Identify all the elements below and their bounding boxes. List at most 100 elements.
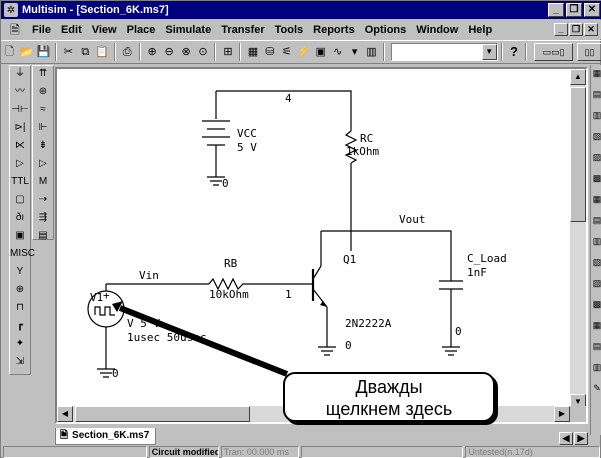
virtual-measure-icon[interactable]: ⇢ <box>33 192 53 208</box>
scroll-right-icon[interactable]: ▶ <box>554 406 570 422</box>
frequency-counter-icon[interactable]: ▦ <box>591 191 601 207</box>
virtual-basic-icon[interactable]: ≈ <box>33 102 53 118</box>
scroll-left-icon[interactable]: ◀ <box>57 406 73 422</box>
menu-reports[interactable]: Reports <box>308 24 360 36</box>
transistor-icon[interactable]: ⋉ <box>10 138 30 154</box>
menu-edit[interactable]: Edit <box>56 24 87 36</box>
hierarchy-icon[interactable]: ⊞ <box>220 43 235 61</box>
grapher-icon[interactable]: ▣ <box>313 43 328 61</box>
diode-icon[interactable]: ⊳| <box>10 120 30 136</box>
analysis-icon[interactable]: ∿ <box>330 43 345 61</box>
horizontal-scroll-thumb[interactable] <box>75 406 250 422</box>
database-icon[interactable]: ⛁ <box>262 43 277 61</box>
logic-analyzer-icon[interactable]: ▥ <box>591 233 601 249</box>
vertical-scrollbar[interactable]: ▲ ▼ <box>570 69 586 410</box>
network-analyzer-icon[interactable]: ▤ <box>591 338 601 354</box>
tab-section-6k[interactable]: 🗎 Section_6K.ms7 <box>55 428 157 445</box>
virtual-misc-icon[interactable]: M <box>33 174 53 190</box>
probe-icon[interactable]: ✎ <box>591 380 601 396</box>
spreadsheet-icon[interactable]: ▦ <box>245 43 260 61</box>
transistor-q1-icon[interactable] <box>312 265 328 308</box>
place-bus-icon[interactable]: ⊓ <box>10 300 30 316</box>
virtual-3d-icon[interactable]: ▤ <box>33 228 53 244</box>
bode-plotter-icon[interactable]: ▩ <box>591 170 601 186</box>
chevron-down-icon[interactable]: ▼ <box>481 44 497 60</box>
battery-icon[interactable] <box>202 120 230 146</box>
electromech-icon[interactable]: ⊕ <box>10 282 30 298</box>
new-file-icon[interactable]: 🗋 <box>2 43 17 61</box>
scroll-up-icon[interactable]: ▲ <box>570 69 586 85</box>
doc-restore-button[interactable]: ❐ <box>569 23 583 36</box>
function-generator-icon[interactable]: ▤ <box>591 86 601 102</box>
menu-help[interactable]: Help <box>463 24 497 36</box>
virtual-sources-icon[interactable]: ⇈ <box>33 66 53 82</box>
capacitor-icon[interactable]: ⊣⊢ <box>10 102 30 118</box>
analog-icon[interactable]: ▷ <box>10 156 30 172</box>
cmos-icon[interactable]: ▢ <box>10 192 30 208</box>
virtual-rated-icon[interactable]: ⇶ <box>33 210 53 226</box>
antenna-icon[interactable]: Y <box>10 264 30 280</box>
wattmeter-icon[interactable]: ▥ <box>591 107 601 123</box>
copy-icon[interactable]: ⧉ <box>78 43 93 61</box>
schematic-canvas[interactable]: + 4 VCC 5 V 0 RC 1kOhm Vout Q1 2N2222A 0… <box>55 67 588 424</box>
document-menu-icon[interactable]: 🗎 <box>7 23 23 37</box>
save-icon[interactable]: 💾 <box>36 43 51 61</box>
hierarchical-block-icon[interactable]: ┏ <box>10 318 30 334</box>
wire-vout[interactable] <box>321 230 452 269</box>
mixed-icon[interactable]: ▣ <box>10 228 30 244</box>
virtual-diode-icon[interactable]: ⊩ <box>33 120 53 136</box>
paste-icon[interactable]: 📋 <box>95 43 110 61</box>
multimeter-icon[interactable]: ▦ <box>591 65 601 81</box>
doc-minimize-button[interactable]: _ <box>554 23 568 36</box>
agilent-icon[interactable]: ▥ <box>591 359 601 375</box>
in-use-list-combo[interactable]: ▼ <box>391 43 498 61</box>
word-generator-icon[interactable]: ▤ <box>591 212 601 228</box>
virtual-transistor-icon[interactable]: ⇟ <box>33 138 53 154</box>
vertical-scroll-thumb[interactable] <box>570 87 586 222</box>
distortion-analyzer-icon[interactable]: ▩ <box>591 296 601 312</box>
menu-file[interactable]: File <box>27 24 56 36</box>
doc-close-button[interactable]: ✕ <box>584 23 598 36</box>
zoom-fit-icon[interactable]: ⊙ <box>196 43 211 61</box>
wire-node-4[interactable] <box>216 90 352 131</box>
restore-button[interactable]: ❐ <box>566 3 582 17</box>
menu-window[interactable]: Window <box>411 24 463 36</box>
virtual-signal-icon[interactable]: ⊛ <box>33 84 53 100</box>
spectrum-analyzer-icon[interactable]: ▦ <box>591 317 601 333</box>
simulate-switch-icon[interactable]: ▭▭▯ <box>534 43 573 61</box>
ladder-icon[interactable]: ⇲ <box>10 354 30 370</box>
menu-simulate[interactable]: Simulate <box>160 24 216 36</box>
logic-converter-icon[interactable]: ▧ <box>591 254 601 270</box>
four-channel-scope-icon[interactable]: ▨ <box>591 149 601 165</box>
instrument-icon[interactable]: ▥ <box>364 43 379 61</box>
oscilloscope-icon[interactable]: ▧ <box>591 128 601 144</box>
misc-digital-icon[interactable]: ðı <box>10 210 30 226</box>
zoom-in-icon[interactable]: ⊕ <box>145 43 160 61</box>
postprocessor-icon[interactable]: ⚟ <box>279 43 294 61</box>
tab-prev-icon[interactable]: ◀ <box>559 432 573 445</box>
analysis-dropdown-icon[interactable]: ▾ <box>347 43 362 61</box>
pause-switch-icon[interactable]: ▯▯ <box>576 43 601 61</box>
close-button[interactable]: ✕ <box>584 3 600 17</box>
menu-view[interactable]: View <box>87 24 122 36</box>
help-button[interactable]: ? <box>506 43 523 61</box>
ground-source-icon[interactable]: ⏚ <box>10 66 30 82</box>
indicator-icon[interactable]: MISC <box>10 246 35 262</box>
menu-options[interactable]: Options <box>360 24 412 36</box>
resistor-icon[interactable]: 〰 <box>10 84 30 100</box>
rf-icon[interactable]: ✦ <box>10 336 30 352</box>
menu-transfer[interactable]: Transfer <box>216 24 269 36</box>
cut-icon[interactable]: ✂ <box>61 43 76 61</box>
minimize-button[interactable]: _ <box>548 3 564 17</box>
ttl-icon[interactable]: TTL <box>10 174 30 190</box>
menu-place[interactable]: Place <box>122 24 161 36</box>
print-icon[interactable]: ⎙ <box>120 43 135 61</box>
zoom-area-icon[interactable]: ⊗ <box>179 43 194 61</box>
open-folder-icon[interactable]: 📂 <box>19 43 34 61</box>
virtual-analog-icon[interactable]: ▷ <box>33 156 53 172</box>
iv-analyzer-icon[interactable]: ▨ <box>591 275 601 291</box>
tab-next-icon[interactable]: ▶ <box>574 432 588 445</box>
zoom-out-icon[interactable]: ⊖ <box>162 43 177 61</box>
menu-tools[interactable]: Tools <box>270 24 309 36</box>
wire-vin[interactable] <box>105 283 209 291</box>
